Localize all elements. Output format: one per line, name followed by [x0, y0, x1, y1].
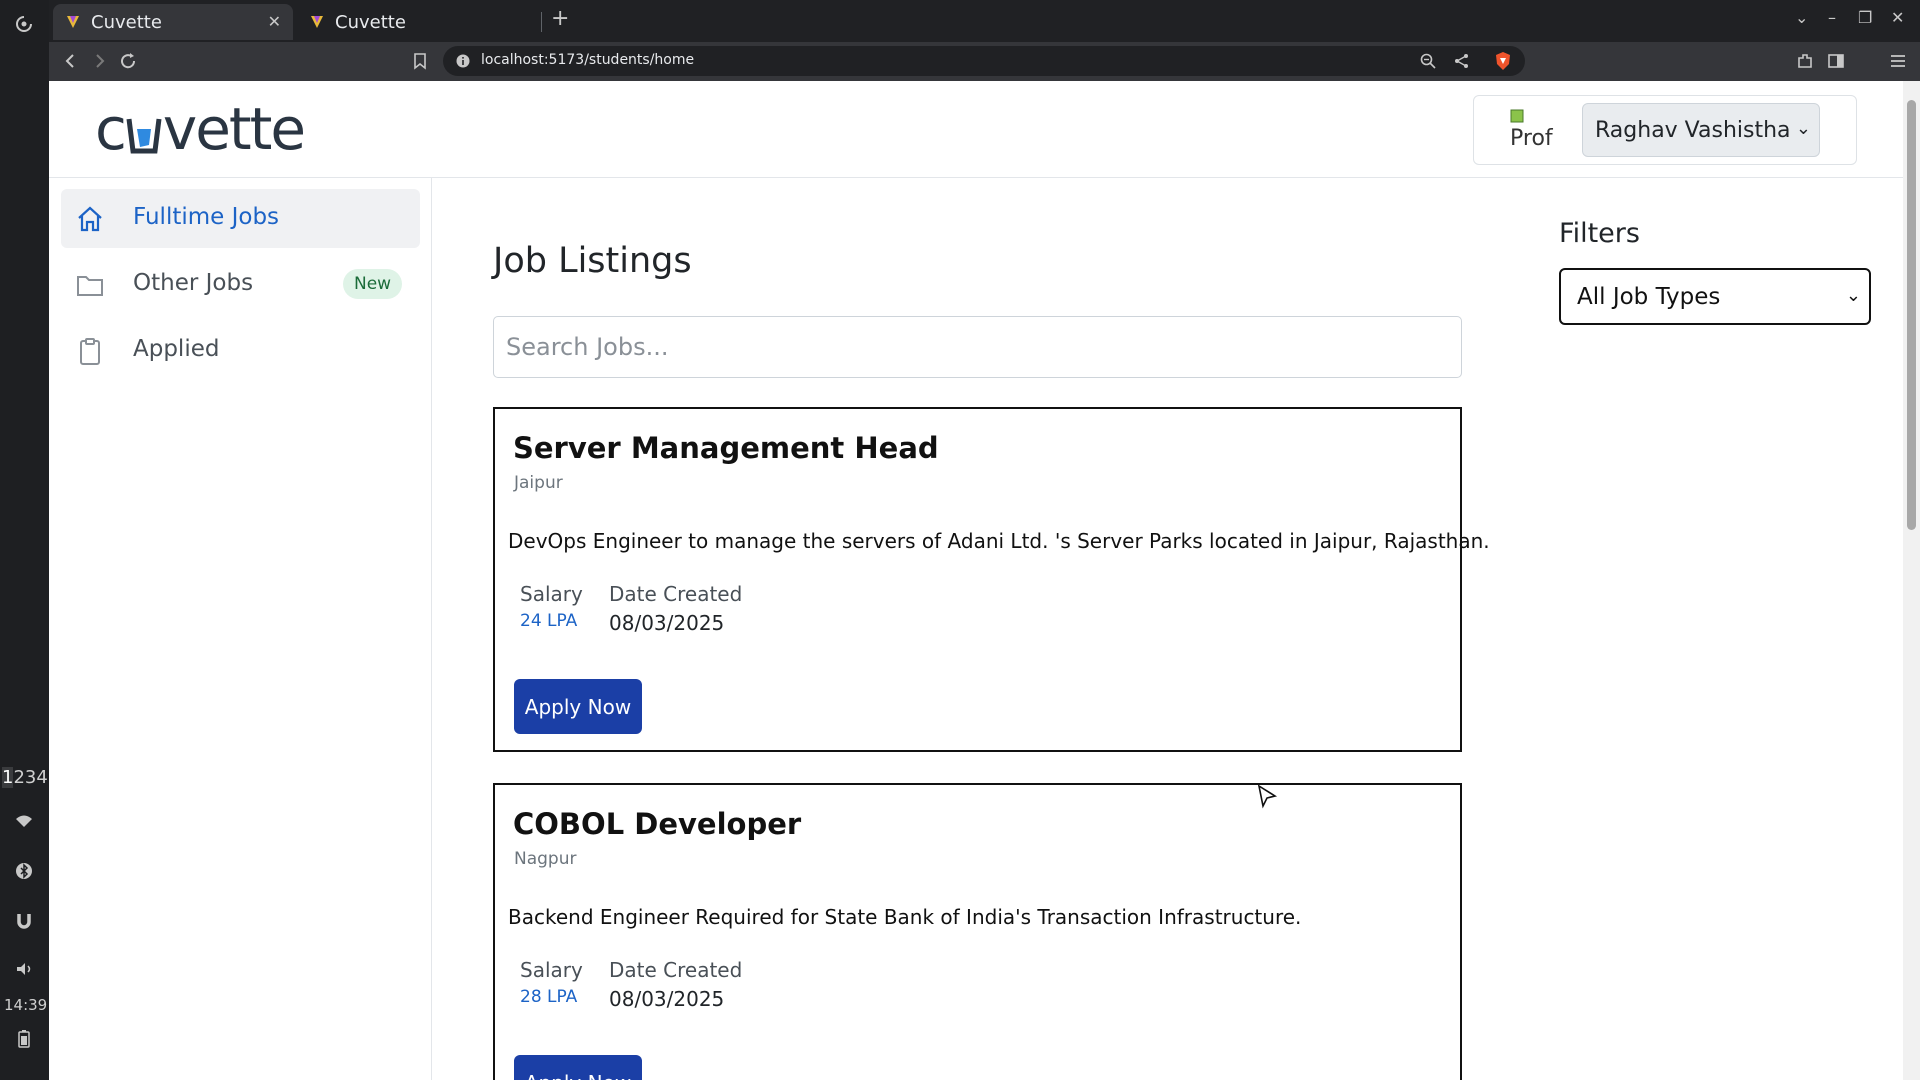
job-type-selected: All Job Types — [1577, 283, 1721, 310]
date-created-value: 08/03/2025 — [609, 611, 725, 635]
app-header: c vette Prof Raghav Vashistha ⌄ — [49, 81, 1903, 178]
magnet-icon[interactable] — [13, 910, 35, 932]
brave-shield-icon[interactable] — [1493, 51, 1513, 71]
close-tab-icon[interactable]: ✕ — [268, 12, 281, 31]
tab-cuvette-active[interactable]: Cuvette ✕ — [53, 4, 293, 40]
date-created-label: Date Created — [609, 958, 743, 982]
workspace-switcher[interactable]: 1234 — [2, 767, 48, 788]
job-description: Backend Engineer Required for State Bank… — [508, 905, 1302, 929]
tab-separator — [541, 12, 542, 32]
clipboard-icon — [80, 338, 100, 365]
cuvette-favicon-icon — [311, 16, 323, 28]
sidebar-toggle-icon[interactable] — [1825, 50, 1847, 72]
wifi-icon[interactable] — [13, 810, 35, 832]
chevron-down-icon: ⌄ — [1795, 118, 1811, 139]
web-page: c vette Prof Raghav Vashistha ⌄ Fulltime … — [49, 81, 1903, 1080]
folder-icon — [77, 276, 103, 296]
battery-icon[interactable] — [13, 1028, 35, 1050]
job-title: COBOL Developer — [513, 807, 802, 841]
maximize-icon[interactable]: ❐ — [1858, 8, 1872, 27]
filters-panel: Filters All Job Types ⌄ — [1521, 178, 1903, 1080]
mouse-cursor-icon — [1257, 784, 1278, 809]
page-title: Job Listings — [493, 241, 692, 281]
salary-label: Salary — [520, 582, 583, 606]
chevron-down-icon: ⌄ — [1845, 285, 1861, 306]
user-menu-select[interactable]: Raghav Vashistha ⌄ — [1582, 103, 1820, 157]
job-description: DevOps Engineer to manage the servers of… — [508, 529, 1490, 553]
browser-chrome: Cuvette ✕ Cuvette + ⌄ – ❐ ✕ localhost:51 — [49, 0, 1920, 81]
workspace-3[interactable]: 3 — [25, 767, 36, 788]
workspace-2[interactable]: 2 — [13, 767, 24, 788]
back-icon[interactable] — [60, 50, 82, 72]
job-card: COBOL Developer Nagpur Backend Engineer … — [493, 783, 1462, 1080]
sidebar-item-applied[interactable]: Applied — [61, 321, 420, 380]
job-location: Jaipur — [514, 473, 563, 493]
tab-list-dropdown-icon[interactable]: ⌄ — [1795, 8, 1808, 27]
job-type-select[interactable]: All Job Types ⌄ — [1559, 268, 1871, 325]
salary-label: Salary — [520, 958, 583, 982]
sidebar-item-other-jobs[interactable]: Other Jobs New — [61, 255, 420, 314]
broken-image-icon — [1510, 109, 1524, 123]
job-location: Nagpur — [514, 849, 577, 869]
zoom-icon[interactable] — [1419, 52, 1437, 70]
cuvette-favicon-icon — [67, 16, 79, 28]
job-card: Server Management Head Jaipur DevOps Eng… — [493, 407, 1490, 752]
profile-box: Prof Raghav Vashistha ⌄ — [1473, 95, 1857, 165]
sidebar-item-label: Other Jobs — [133, 270, 254, 296]
logo-text: c — [95, 95, 127, 163]
browser-toolbar: localhost:5173/students/home — [49, 42, 1920, 81]
new-tab-button[interactable]: + — [551, 6, 569, 31]
job-title: Server Management Head — [513, 431, 939, 465]
filters-title: Filters — [1559, 218, 1640, 249]
apply-now-button[interactable]: Apply Now — [514, 679, 642, 734]
salary-value: 24 LPA — [520, 611, 578, 631]
address-bar[interactable]: localhost:5173/students/home — [443, 46, 1525, 76]
system-menu-icon[interactable] — [14, 14, 34, 34]
volume-icon[interactable] — [13, 958, 35, 980]
page-scrollbar[interactable] — [1903, 81, 1920, 1080]
tab-title: Cuvette — [335, 11, 406, 33]
bluetooth-icon[interactable] — [13, 860, 35, 882]
share-icon[interactable] — [1453, 52, 1471, 70]
workspace-1[interactable]: 1 — [2, 767, 14, 788]
apply-now-button[interactable]: Apply Now — [514, 1055, 642, 1080]
tab-cuvette[interactable]: Cuvette — [297, 4, 537, 40]
date-created-label: Date Created — [609, 582, 743, 606]
os-taskbar: 1234 14:39 — [0, 0, 49, 1080]
profile-image-alt: Prof — [1510, 126, 1553, 151]
extensions-icon[interactable] — [1794, 50, 1816, 72]
sidebar: Fulltime Jobs Other Jobs New Applied — [49, 178, 432, 1080]
sidebar-item-label: Applied — [133, 336, 220, 362]
logo-text: vette — [162, 95, 306, 163]
url-text: localhost:5173/students/home — [481, 52, 695, 68]
user-name: Raghav Vashistha — [1595, 117, 1791, 143]
bookmark-icon[interactable] — [409, 50, 431, 72]
home-icon — [78, 206, 102, 232]
date-created-value: 08/03/2025 — [609, 987, 725, 1011]
menu-icon[interactable] — [1887, 50, 1909, 72]
salary-value: 28 LPA — [520, 987, 578, 1007]
forward-icon[interactable] — [88, 50, 110, 72]
profile-avatar[interactable]: Prof — [1510, 106, 1560, 156]
main-content: Job Listings Server Management Head Jaip… — [433, 178, 1520, 1080]
workspace-4[interactable]: 4 — [36, 767, 47, 788]
search-input[interactable] — [493, 316, 1462, 378]
sidebar-item-label: Fulltime Jobs — [133, 204, 280, 230]
cuvette-logo[interactable]: c vette — [95, 95, 306, 163]
sidebar-item-fulltime-jobs[interactable]: Fulltime Jobs — [61, 189, 420, 248]
scrollbar-thumb[interactable] — [1907, 100, 1916, 530]
logo-cup-icon — [125, 101, 163, 154]
minimize-icon[interactable]: – — [1828, 8, 1836, 27]
close-window-icon[interactable]: ✕ — [1891, 8, 1904, 27]
site-info-icon[interactable] — [455, 53, 471, 69]
tab-title: Cuvette — [91, 11, 162, 33]
clock: 14:39 — [4, 996, 48, 1014]
new-badge: New — [343, 269, 403, 299]
reload-icon[interactable] — [117, 50, 139, 72]
